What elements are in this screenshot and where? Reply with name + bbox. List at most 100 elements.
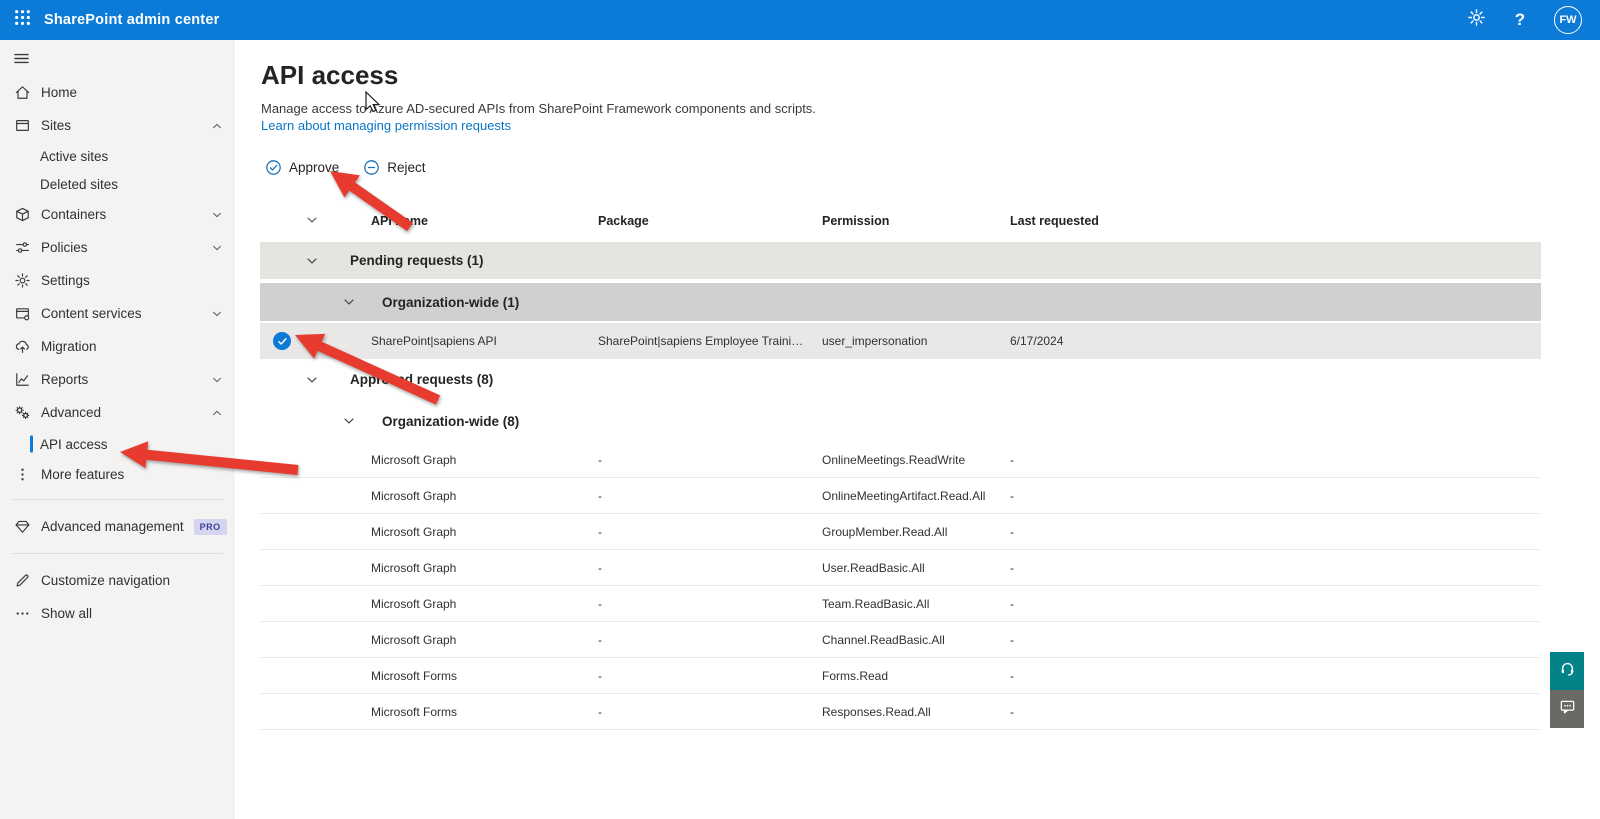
permission-cell: Forms.Read — [822, 668, 889, 683]
last-requested-cell: - — [1010, 524, 1014, 539]
sidebar-item-label: Customize navigation — [41, 573, 171, 588]
chevron-down-icon — [211, 209, 223, 221]
sidebar-divider — [12, 553, 223, 554]
package-cell: - — [598, 560, 602, 575]
sidebar-item-migration[interactable]: Migration — [0, 330, 235, 363]
sidebar-item-advanced[interactable]: Advanced — [0, 396, 235, 429]
table-row[interactable]: Microsoft Forms - Responses.Read.All - — [260, 694, 1541, 730]
api-name-cell: Microsoft Forms — [371, 704, 458, 719]
permission-cell: GroupMember.Read.All — [822, 524, 948, 539]
pro-badge: PRO — [193, 518, 227, 535]
column-header-api-name[interactable]: API name — [371, 214, 598, 228]
account-avatar[interactable]: FW — [1554, 6, 1582, 34]
sidebar-item-label: More features — [41, 466, 125, 482]
table-row[interactable]: Microsoft Graph - User.ReadBasic.All - — [260, 550, 1541, 586]
diamond-icon — [14, 518, 31, 535]
table-header-row: API name Package Permission Last request… — [260, 203, 1541, 239]
approve-circle-check-icon — [265, 159, 282, 176]
permission-cell: user_impersonation — [822, 334, 928, 348]
column-header-package[interactable]: Package — [598, 214, 822, 228]
group-label: Organization-wide (8) — [382, 413, 520, 429]
reports-icon — [14, 371, 31, 388]
permission-cell: Team.ReadBasic.All — [822, 596, 930, 611]
sidebar-item-sites[interactable]: Sites — [0, 109, 235, 142]
package-cell: - — [598, 704, 602, 719]
table-row[interactable]: Microsoft Graph - OnlineMeetingArtifact.Re… — [260, 478, 1541, 514]
group-row[interactable]: Organization-wide (1) — [260, 283, 1541, 321]
sidebar-item-home[interactable]: Home — [0, 76, 235, 109]
sidebar-item-active-sites[interactable]: Active sites — [0, 142, 235, 170]
permission-cell: OnlineMeetings.ReadWrite — [822, 452, 966, 467]
last-requested-cell: - — [1010, 488, 1014, 503]
api-name-cell: Microsoft Graph — [371, 560, 457, 575]
settings-gear-button[interactable] — [1466, 9, 1486, 30]
api-name-cell: Microsoft Graph — [371, 632, 457, 647]
package-cell: - — [598, 596, 602, 611]
sharepoint-admin-center: SharePoint admin center ? FW Home Sites … — [0, 0, 1600, 819]
sidebar-item-label: Advanced management — [41, 519, 184, 534]
sidebar-item-show-all[interactable]: Show all — [0, 597, 235, 630]
api-name-cell: Microsoft Forms — [371, 668, 458, 683]
sidebar-item-deleted-sites[interactable]: Deleted sites — [0, 170, 235, 198]
sidebar-item-advanced-management[interactable]: Advanced management PRO — [0, 510, 235, 543]
last-requested-cell: - — [1010, 452, 1014, 467]
headset-icon — [1559, 660, 1576, 682]
sidebar-item-containers[interactable]: Containers — [0, 198, 235, 231]
table-row[interactable]: Microsoft Graph - GroupMember.Read.All - — [260, 514, 1541, 550]
api-requests-table: API name Package Permission Last request… — [260, 203, 1541, 730]
group-row[interactable]: Organization-wide (8) — [260, 402, 1541, 440]
learn-more-link[interactable]: Learn about managing permission requests — [261, 118, 511, 133]
sidebar-item-customize-navigation[interactable]: Customize navigation — [0, 564, 235, 597]
sidebar-item-label: Reports — [41, 372, 89, 387]
chevron-down-icon — [211, 308, 223, 320]
support-button[interactable] — [1550, 652, 1584, 690]
group-row[interactable]: Approved requests (8) — [260, 361, 1541, 398]
api-name-cell: Microsoft Graph — [371, 524, 457, 539]
sidebar-divider — [12, 499, 223, 500]
api-name-cell: SharePoint|sapiens API — [371, 334, 497, 348]
sidebar-item-settings[interactable]: Settings — [0, 264, 235, 297]
collapse-all-chevron-icon[interactable] — [305, 213, 319, 227]
collapse-nav-button[interactable] — [0, 46, 235, 76]
help-button[interactable]: ? — [1510, 10, 1530, 30]
group-label: Approved requests (8) — [350, 372, 494, 387]
sidebar-item-label: Active sites — [40, 148, 109, 164]
column-header-permission[interactable]: Permission — [822, 214, 1010, 228]
last-requested-cell: - — [1010, 704, 1014, 719]
more-vertical-icon — [14, 466, 31, 483]
table-row[interactable]: Microsoft Graph - OnlineMeetings.ReadWrite… — [260, 442, 1541, 478]
app-launcher-button[interactable] — [0, 0, 44, 40]
permission-cell: Channel.ReadBasic.All — [822, 632, 945, 647]
group-row[interactable]: Pending requests (1) — [260, 242, 1541, 279]
chevron-down-icon — [342, 295, 356, 309]
column-header-last-requested[interactable]: Last requested — [1010, 214, 1541, 228]
sidebar-item-label: Show all — [41, 606, 93, 621]
sidebar-item-more-features[interactable]: More features — [0, 459, 235, 489]
sidebar-item-policies[interactable]: Policies — [0, 231, 235, 264]
table-row[interactable]: Microsoft Graph - Channel.ReadBasic.All - — [260, 622, 1541, 658]
reject-blocked-icon — [363, 159, 380, 176]
api-name-cell: Microsoft Graph — [371, 596, 457, 611]
table-row[interactable]: Microsoft Forms - Forms.Read - — [260, 658, 1541, 694]
main-content: API access Manage access to Azure AD-sec… — [235, 40, 1600, 819]
feedback-button[interactable] — [1550, 690, 1584, 728]
sidebar-item-label: Home — [41, 85, 78, 100]
table-row[interactable]: Microsoft Graph - Team.ReadBasic.All - — [260, 586, 1541, 622]
approve-button[interactable]: Approve — [261, 156, 343, 179]
last-requested-cell: - — [1010, 632, 1014, 647]
sidebar-item-api-access[interactable]: API access — [0, 429, 235, 459]
selected-checkbox[interactable] — [273, 332, 291, 350]
content-services-icon — [14, 305, 31, 322]
hamburger-icon — [13, 50, 30, 72]
table-row[interactable]: SharePoint|sapiens API SharePoint|sapiens… — [260, 323, 1541, 359]
reject-button[interactable]: Reject — [359, 156, 429, 179]
sidebar-item-label: Containers — [41, 207, 107, 222]
chevron-down-icon — [305, 254, 319, 268]
api-name-cell: Microsoft Graph — [371, 452, 457, 467]
sidebar-item-reports[interactable]: Reports — [0, 363, 235, 396]
package-cell: - — [598, 452, 602, 467]
sidebar-item-content-services[interactable]: Content services — [0, 297, 235, 330]
sidebar-item-label: API access — [40, 436, 108, 452]
chevron-up-icon — [211, 407, 223, 419]
package-cell: SharePoint|sapiens Employee Training Man… — [598, 334, 822, 348]
